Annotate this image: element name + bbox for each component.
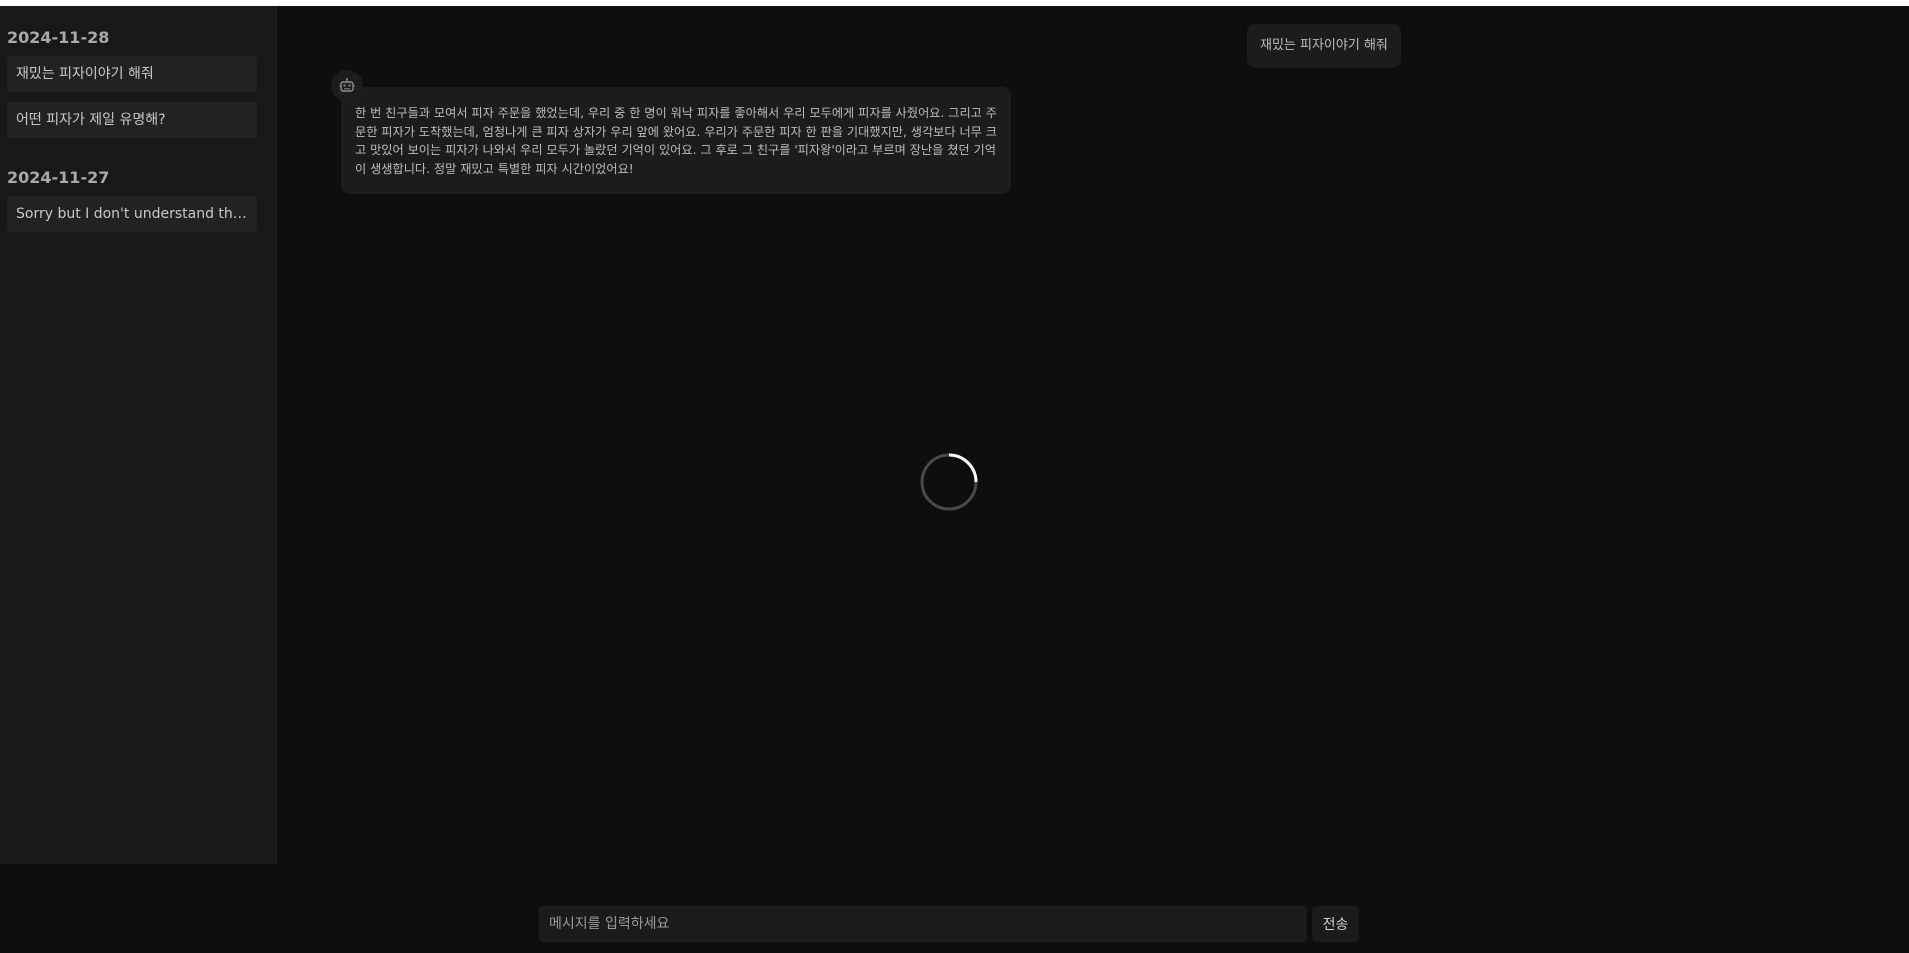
history-item[interactable]: 재밌는 피자이야기 해줘 <box>7 56 257 92</box>
chat-area: 재밌는 피자이야기 해줘 한 번 친구들과 모여서 피자 주문을 했었는데, 우… <box>278 6 1909 864</box>
chat-history-sidebar: 2024-11-28 재밌는 피자이야기 해줘 어떤 피자가 제일 유명해? 2… <box>0 6 277 864</box>
history-group-1: 2024-11-28 재밌는 피자이야기 해줘 어떤 피자가 제일 유명해? <box>7 28 257 138</box>
history-date-heading: 2024-11-28 <box>7 28 110 47</box>
robot-icon <box>331 70 363 102</box>
spinner-icon <box>920 453 978 511</box>
history-item[interactable]: Sorry but I don't understand the ... <box>7 196 257 232</box>
bot-message-bubble: 한 번 친구들과 모여서 피자 주문을 했었는데, 우리 중 한 명이 워낙 피… <box>341 87 1011 194</box>
history-group-2: 2024-11-27 Sorry but I don't understand … <box>7 168 257 232</box>
user-message-bubble: 재밌는 피자이야기 해줘 <box>1247 24 1401 68</box>
history-item[interactable]: 어떤 피자가 제일 유명해? <box>7 102 257 138</box>
message-input[interactable] <box>539 906 1307 942</box>
send-button[interactable]: 전송 <box>1312 906 1359 942</box>
history-date-heading: 2024-11-27 <box>7 168 110 187</box>
